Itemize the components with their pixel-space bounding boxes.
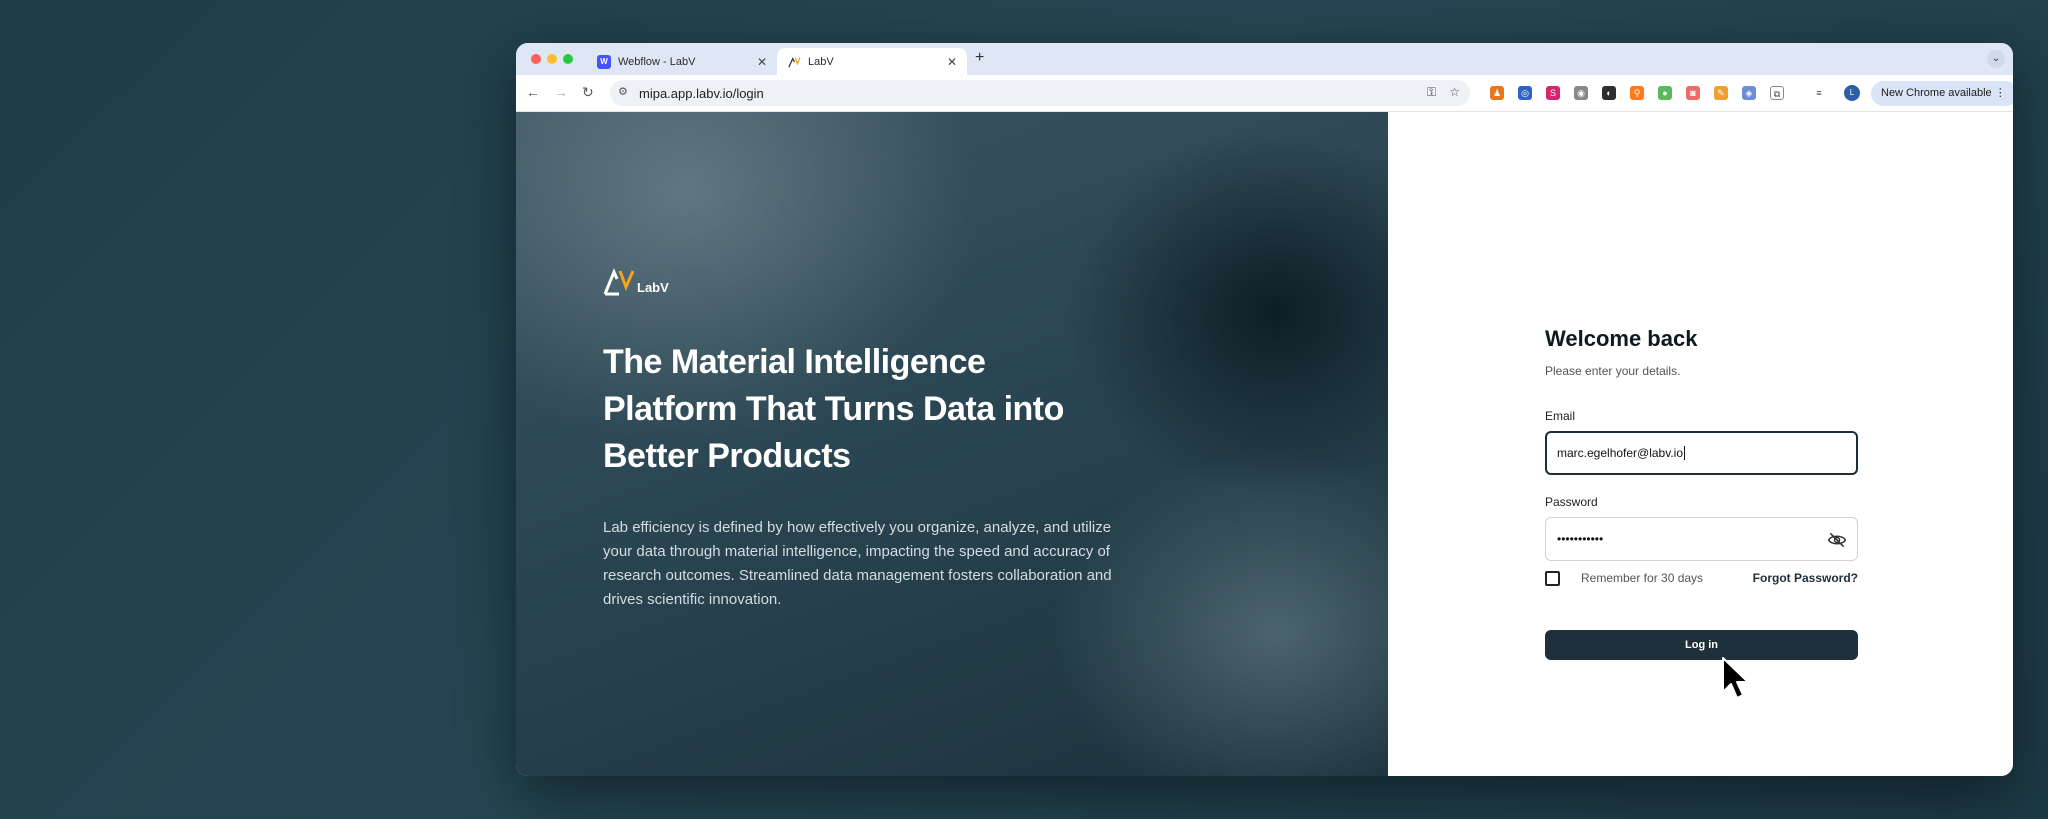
avatar[interactable]: L [1844,85,1860,101]
site-settings-icon[interactable]: ⚙ [618,85,628,98]
reload-icon[interactable]: ↻ [582,84,594,101]
webflow-icon: W [597,54,611,69]
remember-row: Remember for 30 days Forgot Password? [1545,570,1858,586]
close-icon[interactable]: ✕ [947,55,957,69]
eye-off-icon[interactable] [1827,530,1847,550]
tab-webflow[interactable]: W Webflow - LabV ✕ [587,48,777,75]
remember-checkbox[interactable] [1545,570,1560,586]
extension-icon[interactable]: ◎ [1518,86,1532,100]
text-caret [1684,446,1686,460]
hero-panel: LabV The Material Intelligence Platform … [516,112,1388,776]
password-label: Password [1545,495,1598,509]
password-value: ••••••••••• [1557,532,1604,546]
tab-strip: W Webflow - LabV ✕ LabV ✕ + ⌄ [516,43,2013,75]
hero-headline: The Material Intelligence Platform That … [603,343,1064,475]
new-tab-button[interactable]: + [975,49,984,67]
extension-icon[interactable]: ◐ [1602,86,1616,100]
page-content: LabV The Material Intelligence Platform … [516,112,2013,776]
tab-title: LabV [808,55,834,68]
labv-logo-icon [603,268,635,296]
eyedropper-icon[interactable]: ✎ [1714,86,1728,100]
login-title: Welcome back [1545,326,1698,351]
back-icon[interactable]: ← [526,84,540,100]
camera-icon[interactable]: ◉ [1574,86,1588,100]
forward-icon[interactable]: → [554,84,568,100]
address-bar[interactable]: ⚙ mipa.app.labv.io/login ⚿ ☆ [610,80,1470,106]
browser-toolbar: ← → ↻ ⚙ mipa.app.labv.io/login ⚿ ☆ ♟ ◎ S… [516,75,2013,112]
login-subtitle: Please enter your details. [1545,364,1681,378]
login-panel: Welcome back Please enter your details. … [1388,112,2013,776]
chrome-update-button[interactable]: New Chrome available ⋮ [1871,81,2013,106]
email-label: Email [1545,409,1576,423]
extension-icon[interactable]: ◙ [1686,86,1700,100]
extension-icon[interactable]: S [1546,86,1560,100]
minimize-window-button[interactable] [547,54,557,64]
labv-icon [787,55,801,69]
kebab-menu-icon: ⋮ [1994,87,2006,99]
email-field[interactable]: marc.egelhofer@labv.io [1545,431,1858,475]
password-key-icon[interactable]: ⚿ [1427,85,1436,100]
login-button[interactable]: Log in [1545,630,1858,660]
url-text: mipa.app.labv.io/login [639,86,764,101]
hero-paragraph: Lab efficiency is defined by how effecti… [603,519,1112,608]
labv-logo: LabV [603,268,669,296]
tab-title: Webflow - LabV [618,55,696,68]
tab-labv[interactable]: LabV ✕ [777,48,967,75]
hubspot-icon[interactable]: ⚲ [1630,86,1644,100]
forgot-password-link[interactable]: Forgot Password? [1753,571,1858,585]
extension-icon[interactable]: ♟ [1490,86,1504,100]
close-icon[interactable]: ✕ [757,55,767,69]
chevron-down-icon[interactable]: ⌄ [1987,50,2005,68]
close-window-button[interactable] [531,54,541,64]
login-form: Welcome back Please enter your details. … [1545,326,1858,660]
maximize-window-button[interactable] [563,54,573,64]
bookmark-star-icon[interactable]: ☆ [1449,85,1460,99]
update-label: New Chrome available [1881,87,1992,99]
puzzle-icon[interactable]: ⧉ [1770,86,1784,100]
email-value: marc.egelhofer@labv.io [1557,446,1684,460]
mouse-cursor-icon [1722,657,1749,699]
password-field[interactable]: ••••••••••• [1545,517,1858,561]
browser-window: W Webflow - LabV ✕ LabV ✕ + ⌄ ← → ↻ ⚙ mi… [516,43,2013,776]
tag-icon[interactable]: ◈ [1742,86,1756,100]
logo-text: LabV [637,280,669,295]
extension-icon[interactable]: ● [1658,86,1672,100]
remember-label: Remember for 30 days [1581,571,1704,585]
reading-list-icon[interactable]: ≡ [1812,86,1826,100]
